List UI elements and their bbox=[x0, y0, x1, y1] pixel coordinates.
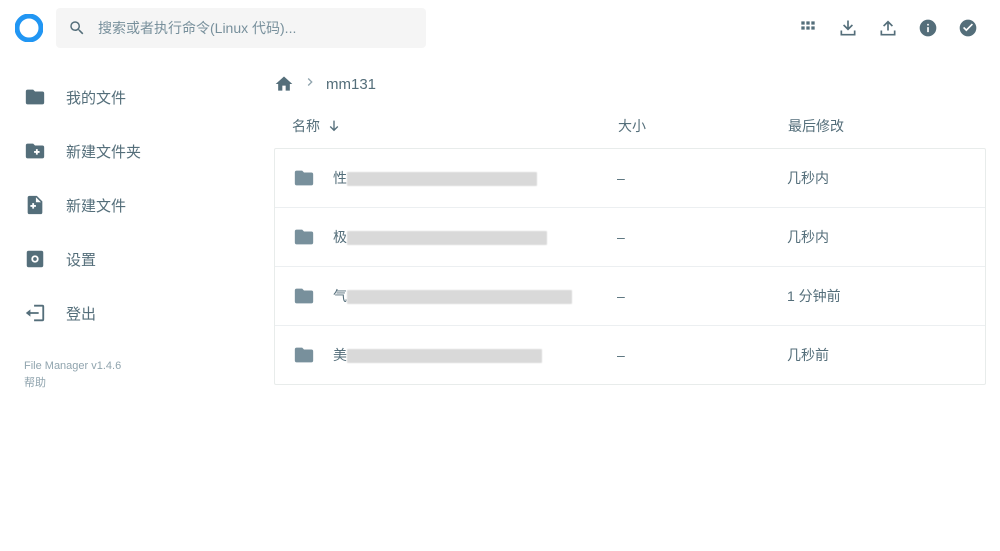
item-modified: 几秒内 bbox=[787, 227, 967, 247]
sidebar-item-label: 新建文件 bbox=[66, 195, 126, 216]
sidebar-item-my-files[interactable]: 我的文件 bbox=[0, 70, 260, 124]
breadcrumb: mm131 bbox=[274, 70, 986, 116]
item-modified: 几秒前 bbox=[787, 345, 967, 365]
list-item[interactable]: 性 – 几秒内 bbox=[275, 149, 985, 208]
sidebar-item-new-file[interactable]: 新建文件 bbox=[0, 178, 260, 232]
download-icon[interactable] bbox=[838, 18, 858, 38]
folder-icon bbox=[293, 167, 315, 189]
settings-icon bbox=[24, 248, 46, 270]
column-size-header[interactable]: 大小 bbox=[618, 116, 788, 136]
create-file-icon bbox=[24, 194, 46, 216]
item-size: – bbox=[617, 347, 787, 363]
search-bar[interactable] bbox=[56, 8, 426, 48]
item-modified: 几秒内 bbox=[787, 168, 967, 188]
search-icon bbox=[68, 19, 86, 37]
breadcrumb-current[interactable]: mm131 bbox=[326, 76, 376, 93]
logout-icon bbox=[24, 302, 46, 324]
sidebar: 我的文件 新建文件夹 新建文件 设置 登出 File Manager v1.4.… bbox=[0, 56, 260, 551]
info-icon[interactable] bbox=[918, 18, 938, 38]
item-name: 气 bbox=[333, 286, 572, 306]
sidebar-item-label: 新建文件夹 bbox=[66, 141, 141, 162]
sidebar-item-new-folder[interactable]: 新建文件夹 bbox=[0, 124, 260, 178]
sidebar-item-label: 我的文件 bbox=[66, 87, 126, 108]
folder-icon bbox=[293, 285, 315, 307]
column-name-header[interactable]: 名称 bbox=[292, 116, 618, 136]
column-modified-header[interactable]: 最后修改 bbox=[788, 116, 968, 136]
help-link[interactable]: 帮助 bbox=[24, 377, 46, 389]
item-size: – bbox=[617, 170, 787, 186]
sidebar-item-logout[interactable]: 登出 bbox=[0, 286, 260, 340]
chevron-right-icon bbox=[302, 74, 318, 94]
sidebar-item-label: 设置 bbox=[66, 249, 96, 270]
search-input[interactable] bbox=[96, 19, 414, 37]
sidebar-item-settings[interactable]: 设置 bbox=[0, 232, 260, 286]
sidebar-item-label: 登出 bbox=[66, 303, 96, 324]
view-mode-icon[interactable] bbox=[798, 18, 818, 38]
list-header: 名称 大小 最后修改 bbox=[274, 116, 986, 148]
upload-icon[interactable] bbox=[878, 18, 898, 38]
file-listing: 性 – 几秒内 极 – 几秒内 气 – 1 分钟前 bbox=[274, 148, 986, 385]
home-icon[interactable] bbox=[274, 74, 294, 94]
folder-icon bbox=[293, 344, 315, 366]
folder-icon bbox=[24, 86, 46, 108]
item-modified: 1 分钟前 bbox=[787, 286, 967, 306]
folder-icon bbox=[293, 226, 315, 248]
version-text: File Manager v1.4.6 bbox=[24, 358, 236, 375]
create-folder-icon bbox=[24, 140, 46, 162]
item-size: – bbox=[617, 229, 787, 245]
list-item[interactable]: 气 – 1 分钟前 bbox=[275, 267, 985, 326]
select-mode-icon[interactable] bbox=[958, 18, 978, 38]
item-size: – bbox=[617, 288, 787, 304]
list-item[interactable]: 美 – 几秒前 bbox=[275, 326, 985, 384]
sidebar-footer: File Manager v1.4.6 帮助 bbox=[0, 358, 260, 391]
item-name: 性 bbox=[333, 168, 537, 188]
app-logo[interactable] bbox=[14, 13, 44, 43]
list-item[interactable]: 极 – 几秒内 bbox=[275, 208, 985, 267]
arrow-down-icon bbox=[326, 118, 342, 134]
item-name: 美 bbox=[333, 345, 542, 365]
item-name: 极 bbox=[333, 227, 547, 247]
